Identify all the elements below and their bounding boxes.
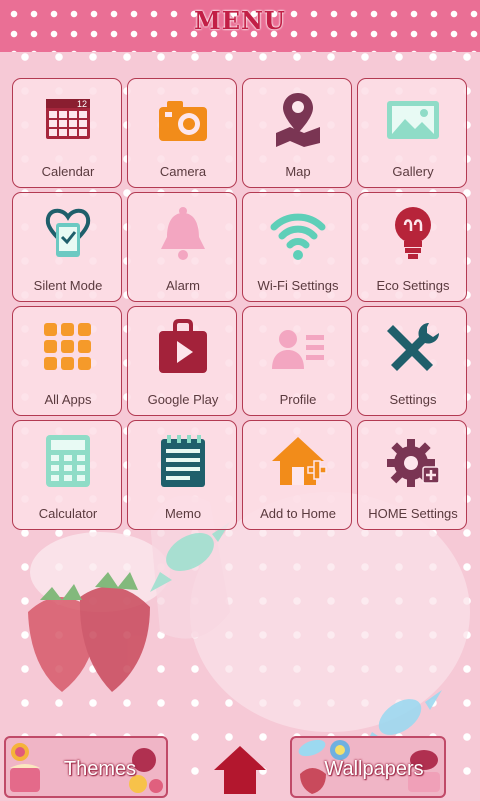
tile-map[interactable]: Map [242,78,352,188]
map-pin-icon [268,89,328,149]
tile-google-play[interactable]: Google Play [127,306,237,416]
themes-label: Themes [63,758,137,780]
tile-label: Camera [159,164,207,179]
calculator-icon [38,431,98,491]
wrench-screwdriver-icon [383,317,443,377]
tile-calculator[interactable]: Calculator [12,420,122,530]
page-title: MENU [194,6,286,35]
tile-label: All Apps [44,392,92,407]
add-to-home-icon [268,431,328,491]
tile-add-to-home[interactable]: Add to Home [242,420,352,530]
tile-label: Memo [164,506,202,521]
home-gear-icon [383,431,443,491]
calendar-badge: 12 [77,99,87,109]
tile-eco-settings[interactable]: Eco Settings [357,192,467,302]
tile-label: Profile [279,392,317,407]
wallpapers-label: Wallpapers [324,758,424,780]
app-grid: 12 Calendar Camera Map Gallery Silent Mo… [12,78,468,530]
tile-calendar[interactable]: 12 Calendar [12,78,122,188]
all-apps-grid-icon [38,317,98,377]
bottom-bar: Themes Wallpapers [0,726,480,800]
tile-label: Map [285,164,311,179]
tile-label: Calendar [41,164,95,179]
tile-label: Google Play [147,392,219,407]
tile-label: Silent Mode [33,278,103,293]
wifi-icon [268,203,328,263]
calendar-icon: 12 [38,89,98,149]
home-arrow-icon[interactable] [212,744,268,796]
tile-label: Calculator [38,506,98,521]
tile-label: Alarm [166,278,200,293]
camera-icon [153,89,213,149]
tile-wifi-settings[interactable]: Wi-Fi Settings [242,192,352,302]
themes-button[interactable]: Themes [4,736,168,798]
tile-all-apps[interactable]: All Apps [12,306,122,416]
gallery-icon [383,89,443,149]
tile-label: Settings [389,392,437,407]
tile-label: Eco Settings [376,278,450,293]
silent-mode-icon [38,203,98,263]
tile-profile[interactable]: Profile [242,306,352,416]
tile-silent-mode[interactable]: Silent Mode [12,192,122,302]
tile-label: Gallery [392,164,434,179]
play-bag-icon [153,317,213,377]
tile-label: HOME Settings [368,506,458,521]
tile-label: Add to Home [260,506,336,521]
tile-gallery[interactable]: Gallery [357,78,467,188]
profile-icon [268,317,328,377]
tile-settings[interactable]: Settings [357,306,467,416]
lightbulb-icon [383,203,443,263]
tile-memo[interactable]: Memo [127,420,237,530]
tile-alarm[interactable]: Alarm [127,192,237,302]
tile-label: Wi-Fi Settings [257,278,339,293]
memo-icon [153,431,213,491]
header-bar: MENU [0,0,480,52]
wallpapers-button[interactable]: Wallpapers [290,736,446,798]
tile-camera[interactable]: Camera [127,78,237,188]
tile-home-settings[interactable]: HOME Settings [357,420,467,530]
bell-icon [153,203,213,263]
